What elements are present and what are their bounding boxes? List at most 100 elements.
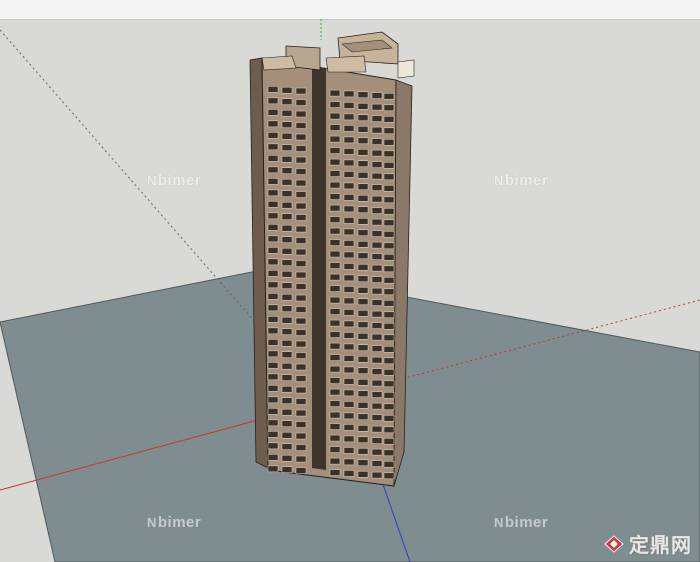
window bbox=[267, 270, 279, 277]
window bbox=[371, 184, 383, 191]
window bbox=[371, 333, 383, 341]
window bbox=[281, 397, 293, 404]
window bbox=[281, 236, 293, 243]
window bbox=[383, 403, 395, 411]
window bbox=[267, 143, 279, 151]
window bbox=[371, 264, 383, 272]
window bbox=[357, 149, 369, 156]
window bbox=[267, 362, 279, 369]
window bbox=[371, 368, 383, 375]
window bbox=[267, 396, 279, 404]
window bbox=[357, 448, 369, 455]
window bbox=[267, 454, 279, 461]
window bbox=[371, 207, 383, 214]
window bbox=[357, 471, 369, 478]
window bbox=[295, 168, 307, 175]
window bbox=[383, 277, 395, 284]
window bbox=[295, 99, 307, 106]
window bbox=[357, 91, 369, 99]
window bbox=[383, 173, 395, 181]
window bbox=[357, 367, 369, 375]
window bbox=[343, 148, 355, 155]
window bbox=[281, 190, 293, 197]
window bbox=[371, 402, 383, 410]
window bbox=[343, 320, 355, 328]
sketchup-viewport[interactable]: Nbimer Nbimer Nbimer Nbimer 定鼎网 bbox=[0, 0, 700, 562]
window bbox=[343, 136, 355, 144]
window bbox=[281, 270, 293, 278]
window bbox=[281, 178, 293, 186]
window bbox=[343, 355, 355, 362]
window bbox=[383, 357, 395, 365]
window bbox=[295, 283, 307, 290]
window bbox=[281, 86, 293, 94]
window bbox=[281, 305, 293, 312]
window bbox=[343, 332, 355, 339]
window bbox=[371, 448, 383, 456]
window bbox=[267, 419, 279, 427]
window bbox=[343, 205, 355, 213]
window bbox=[295, 317, 307, 325]
window bbox=[357, 264, 369, 271]
window bbox=[371, 460, 383, 467]
window bbox=[357, 206, 369, 214]
window bbox=[281, 109, 293, 117]
window bbox=[371, 115, 383, 122]
window bbox=[371, 241, 383, 249]
window bbox=[281, 259, 293, 266]
window bbox=[383, 334, 395, 342]
window bbox=[329, 135, 341, 143]
window bbox=[281, 385, 293, 393]
window bbox=[329, 193, 341, 200]
window bbox=[329, 308, 341, 315]
window bbox=[267, 178, 279, 185]
window bbox=[371, 379, 383, 387]
window bbox=[267, 235, 279, 243]
window bbox=[343, 343, 355, 351]
window bbox=[329, 331, 341, 338]
window bbox=[267, 258, 279, 266]
window bbox=[295, 432, 307, 440]
window bbox=[343, 458, 355, 466]
window bbox=[357, 356, 369, 363]
window bbox=[343, 401, 355, 408]
window bbox=[329, 89, 341, 97]
window bbox=[383, 254, 395, 261]
window bbox=[267, 385, 279, 392]
window bbox=[383, 127, 395, 135]
window bbox=[281, 224, 293, 232]
window bbox=[343, 389, 355, 397]
window bbox=[343, 435, 355, 443]
window bbox=[383, 415, 395, 422]
window bbox=[371, 103, 383, 111]
window bbox=[383, 196, 395, 204]
3d-scene[interactable] bbox=[0, 0, 700, 562]
window bbox=[383, 104, 395, 112]
window bbox=[371, 138, 383, 145]
window bbox=[357, 413, 369, 421]
window bbox=[281, 362, 293, 370]
window bbox=[281, 98, 293, 105]
window bbox=[295, 352, 307, 359]
window bbox=[267, 166, 279, 174]
window bbox=[343, 412, 355, 420]
window bbox=[267, 109, 279, 116]
window bbox=[329, 354, 341, 361]
window bbox=[383, 150, 395, 158]
window bbox=[329, 319, 341, 327]
window bbox=[295, 306, 307, 313]
window bbox=[281, 132, 293, 140]
window bbox=[371, 253, 383, 260]
watermark-3: Nbimer bbox=[147, 514, 202, 531]
window bbox=[383, 93, 395, 100]
window bbox=[343, 125, 355, 132]
window bbox=[267, 408, 279, 415]
window bbox=[383, 380, 395, 388]
window bbox=[343, 251, 355, 259]
window bbox=[343, 171, 355, 178]
window bbox=[357, 275, 369, 283]
window bbox=[267, 212, 279, 220]
window bbox=[295, 409, 307, 417]
window bbox=[357, 459, 369, 467]
tower-building[interactable] bbox=[249, 31, 415, 487]
